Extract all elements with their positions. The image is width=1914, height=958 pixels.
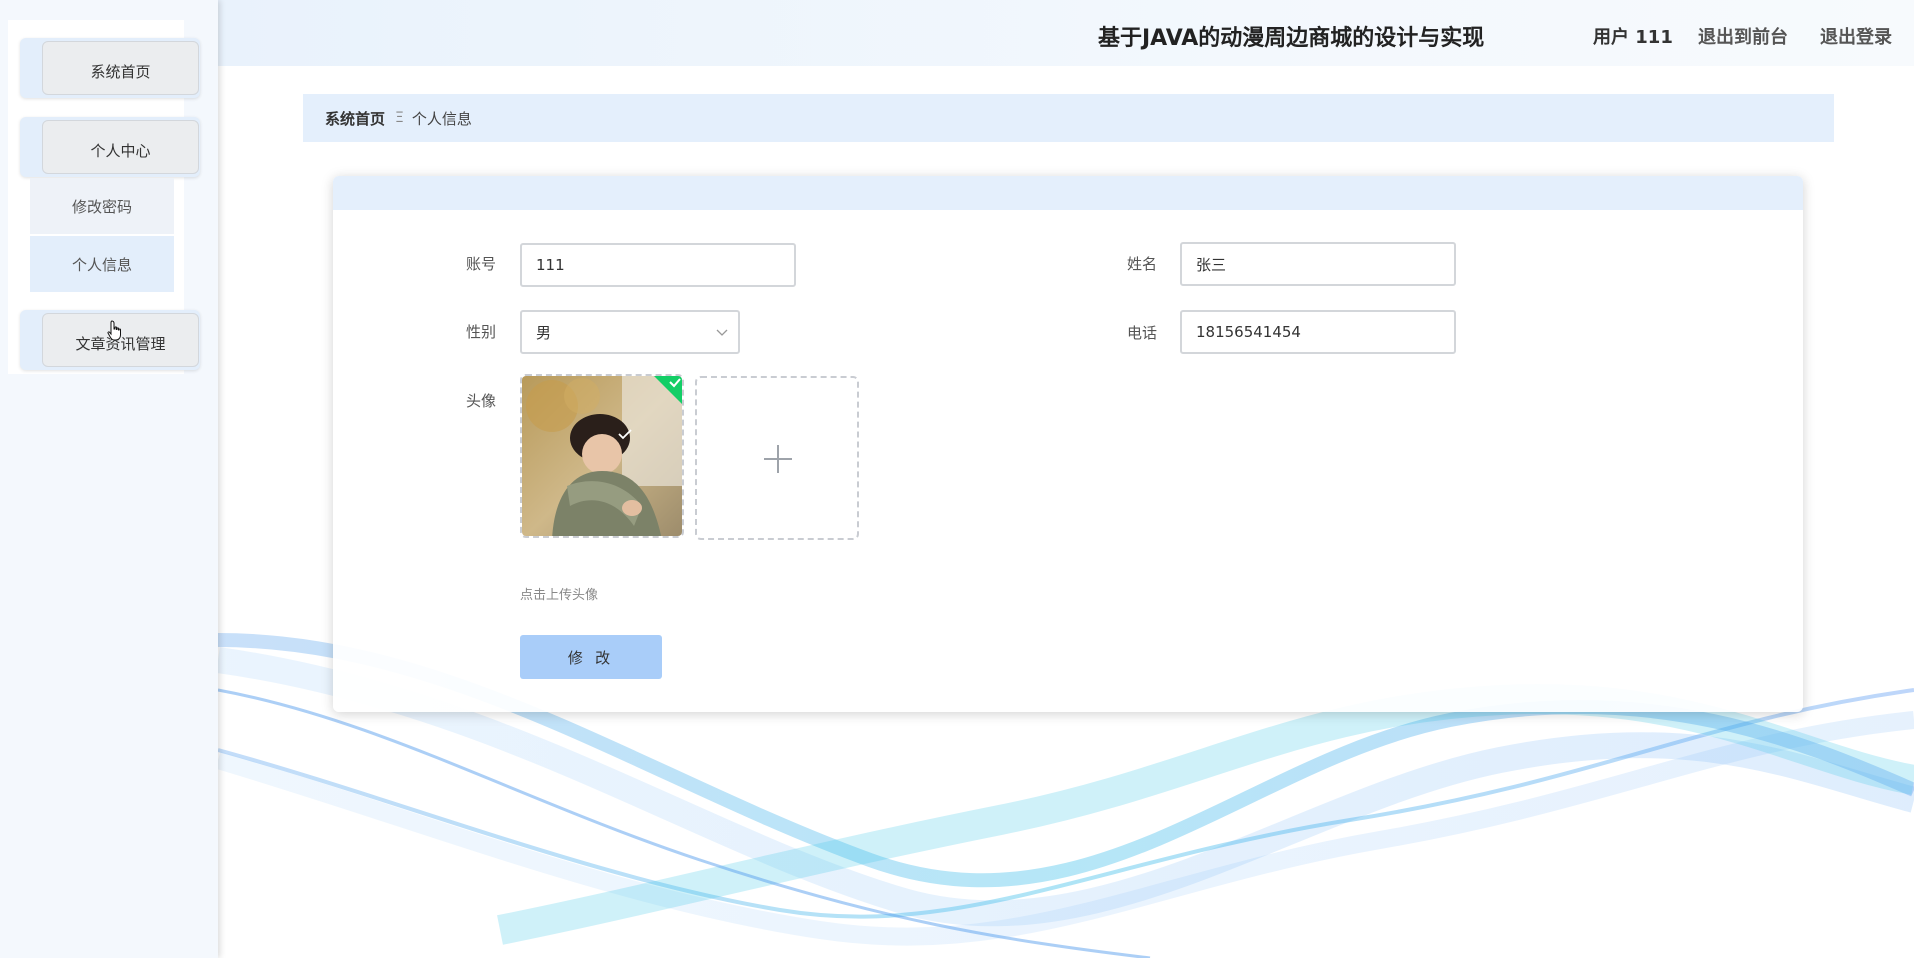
sidebar-subitem-personal-info[interactable]: 个人信息: [30, 236, 174, 292]
sidebar-item-label: 个人中心: [42, 120, 199, 174]
breadcrumb-separator-icon: Ξ: [395, 110, 404, 126]
upload-success-badge: [654, 376, 682, 404]
plus-icon: [764, 445, 792, 473]
exit-to-front-link[interactable]: 退出到前台: [1698, 23, 1788, 49]
logout-link[interactable]: 退出登录: [1820, 23, 1892, 49]
submit-button[interactable]: 修 改: [520, 635, 662, 679]
gender-select-value: 男: [536, 323, 552, 342]
avatar-image[interactable]: [520, 374, 684, 538]
sidebar-item-personal-center[interactable]: 个人中心: [20, 117, 200, 177]
upload-hint: 点击上传头像: [520, 588, 599, 603]
top-header: 基于JAVA的动漫周边商城的设计与实现 用户 111 退出到前台 退出登录: [218, 0, 1914, 66]
phone-field[interactable]: 18156541454: [1180, 310, 1456, 354]
personal-info-card: 账号 111 姓名 张三 性别 男 电话 18156541454 头像 点击上传…: [333, 176, 1803, 712]
breadcrumb-home[interactable]: 系统首页: [325, 108, 385, 129]
user-label: 用户 111: [1593, 27, 1673, 48]
upload-avatar-button[interactable]: [695, 376, 859, 540]
avatar-label: 头像: [466, 392, 497, 410]
check-icon: [618, 429, 632, 440]
card-header: [333, 176, 1803, 210]
name-field[interactable]: 张三: [1180, 242, 1456, 286]
sidebar: 系统首页 个人中心 修改密码 个人信息 文章资讯管理: [0, 0, 218, 958]
phone-label: 电话: [1127, 324, 1158, 342]
gender-select[interactable]: 男: [520, 310, 740, 354]
chevron-down-icon: [716, 329, 728, 336]
account-field[interactable]: 111: [520, 243, 796, 287]
gender-label: 性别: [466, 323, 497, 341]
breadcrumb: 系统首页 Ξ 个人信息: [303, 94, 1834, 142]
name-label: 姓名: [1127, 255, 1158, 273]
account-label: 账号: [466, 255, 497, 273]
sidebar-item-home[interactable]: 系统首页: [20, 38, 200, 98]
app-title: 基于JAVA的动漫周边商城的设计与实现: [1098, 26, 1485, 51]
breadcrumb-current: 个人信息: [411, 109, 472, 128]
sidebar-subitem-change-password[interactable]: 修改密码: [30, 178, 174, 234]
hand-cursor-icon: [107, 320, 121, 341]
sidebar-item-label: 系统首页: [42, 41, 199, 95]
